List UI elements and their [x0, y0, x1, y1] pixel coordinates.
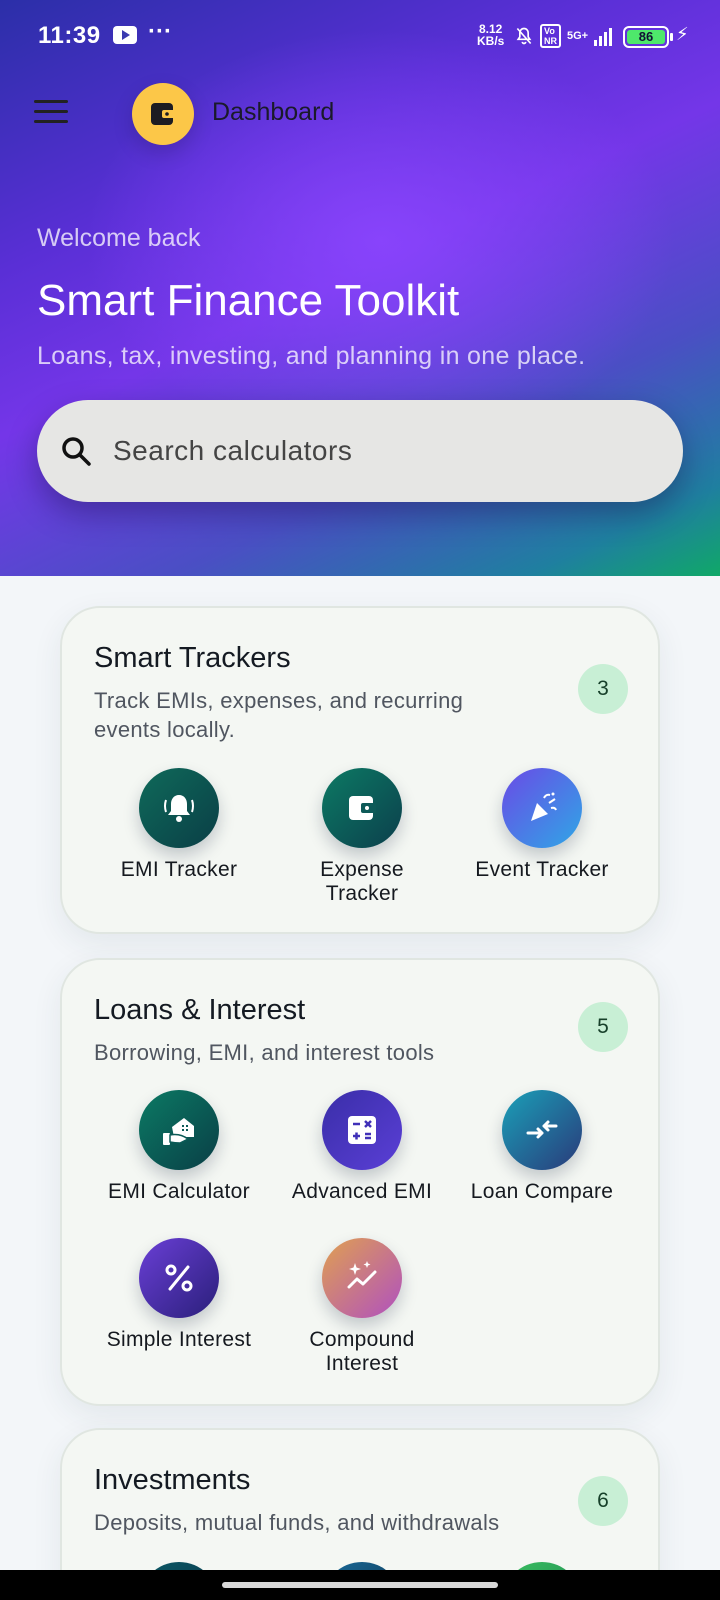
sparkle-trend-icon — [322, 1238, 402, 1318]
hamburger-menu-icon[interactable] — [34, 100, 68, 128]
home-loan-icon — [139, 1090, 219, 1170]
battery-level: 86 — [627, 30, 665, 44]
section-subtitle: Borrowing, EMI, and interest tools — [94, 1040, 435, 1065]
tool-expense-tracker[interactable]: Expense Tracker — [272, 768, 452, 906]
volte-icon: Vo NR — [540, 24, 561, 48]
youtube-notification-icon — [113, 26, 137, 44]
party-popper-icon — [502, 768, 582, 848]
tool-label-line: Expense — [320, 858, 404, 881]
tool-advanced-emi[interactable]: Advanced EMI — [272, 1090, 452, 1204]
status-icons: Vo NR 5G+ — [514, 24, 613, 48]
wallet-icon — [322, 768, 402, 848]
tool-label: Advanced EMI — [291, 1180, 433, 1203]
section-subtitle: Track EMIs, expenses, and recurring even… — [94, 686, 463, 744]
tool-compound-interest[interactable]: Compound Interest — [272, 1238, 452, 1376]
bell-muted-icon — [516, 27, 532, 45]
section-title: Loans & Interest — [94, 994, 306, 1026]
calculator-icon — [322, 1090, 402, 1170]
tool-simple-interest[interactable]: Simple Interest — [89, 1238, 269, 1352]
tool-emi-tracker[interactable]: EMI Tracker — [89, 768, 269, 882]
system-navigation-bar — [0, 1570, 720, 1600]
more-notifications-icon: ··· — [148, 18, 172, 45]
status-time: 11:39 — [38, 22, 101, 49]
tool-emi-calculator[interactable]: EMI Calculator — [89, 1090, 269, 1204]
section-subtitle: Deposits, mutual funds, and withdrawals — [94, 1510, 500, 1535]
tool-event-tracker[interactable]: Event Tracker — [452, 768, 632, 882]
battery-icon: 86 — [623, 26, 673, 48]
tool-label: EMI Tracker — [120, 858, 238, 881]
section-count-badge: 5 — [578, 1002, 628, 1052]
welcome-text: Welcome back — [37, 224, 201, 252]
tool-loan-compare[interactable]: Loan Compare — [452, 1090, 632, 1204]
compare-arrows-icon — [502, 1090, 582, 1170]
tool-label-line: Interest — [325, 1352, 399, 1375]
section-subtitle-line: Track EMIs, expenses, and recurring — [94, 688, 464, 713]
hero-tagline: Loans, tax, investing, and planning in o… — [37, 342, 586, 370]
section-count-badge: 6 — [578, 1476, 628, 1526]
percent-icon — [139, 1238, 219, 1318]
status-bar: 11:39 ··· 8.12 KB/s Vo NR 5G+ 86 ⚡︎ — [0, 0, 720, 72]
search-input[interactable] — [113, 435, 613, 467]
tool-label: EMI Calculator — [108, 1180, 250, 1203]
page-title: Dashboard — [212, 98, 335, 126]
signal-strength-icon — [594, 26, 613, 46]
network-speed-unit: KB/s — [477, 34, 505, 48]
section-card-loans-interest: Loans & Interest Borrowing, EMI, and int… — [60, 958, 660, 1406]
tool-label: Expense Tracker — [272, 858, 452, 906]
search-bar[interactable] — [37, 400, 683, 502]
section-subtitle-line: events locally. — [94, 717, 236, 742]
home-gesture-handle[interactable] — [222, 1582, 498, 1588]
bell-icon — [139, 768, 219, 848]
tool-label: Simple Interest — [106, 1328, 252, 1351]
network-type: 5G+ — [567, 30, 589, 42]
tool-label-line: Tracker — [325, 882, 399, 905]
tool-label: Event Tracker — [475, 858, 609, 881]
section-card-smart-trackers: Smart Trackers Track EMIs, expenses, and… — [60, 606, 660, 934]
search-icon — [62, 437, 91, 466]
app-logo — [132, 83, 194, 145]
tool-label: Loan Compare — [470, 1180, 614, 1203]
bolt-icon: ⚡︎ — [676, 24, 689, 44]
network-speed: 8.12 KB/s — [477, 23, 504, 47]
tool-label: Compound Interest — [272, 1328, 452, 1376]
section-title: Investments — [94, 1464, 251, 1496]
section-count-badge: 3 — [578, 664, 628, 714]
wallet-icon — [151, 103, 175, 125]
tool-label-line: Compound — [309, 1328, 415, 1351]
hero-headline: Smart Finance Toolkit — [37, 276, 460, 325]
section-title: Smart Trackers — [94, 642, 291, 674]
